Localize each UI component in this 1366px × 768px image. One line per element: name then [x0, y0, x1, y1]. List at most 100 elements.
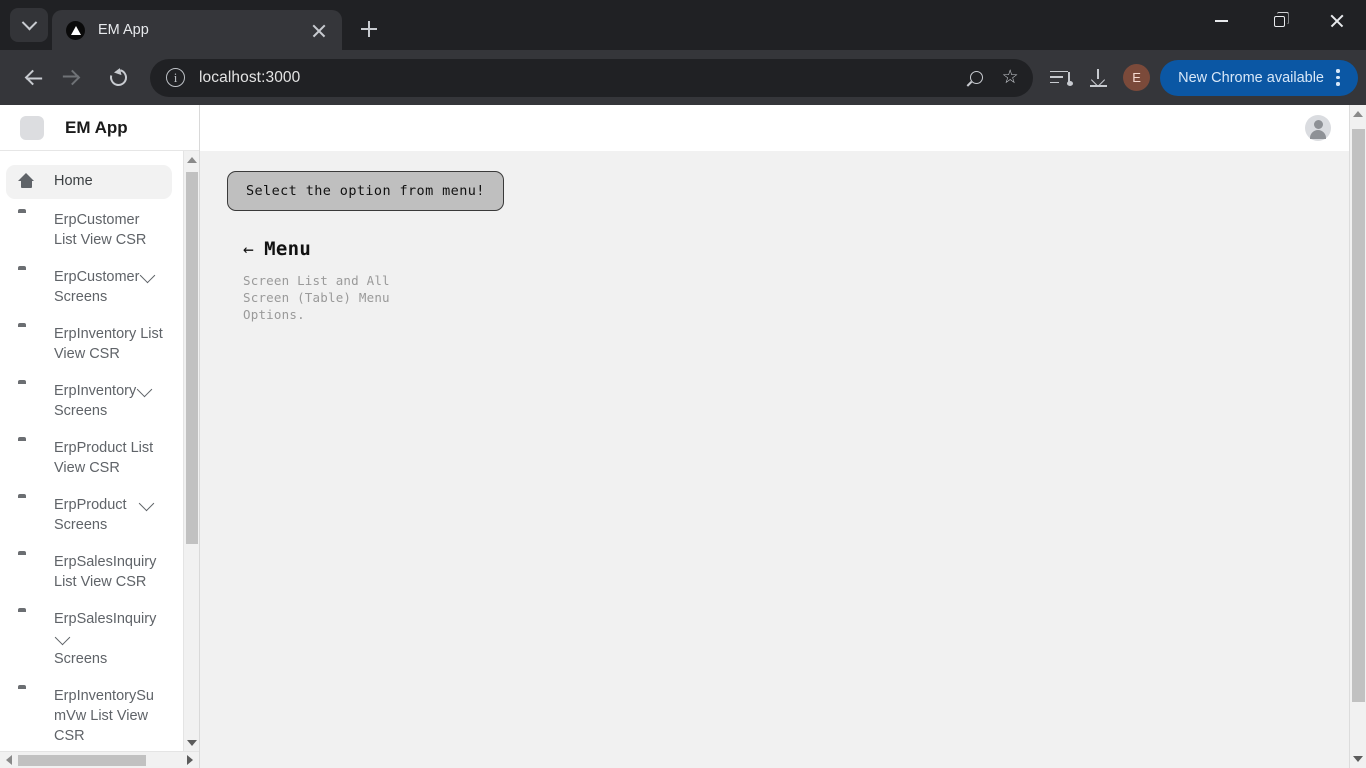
- sidebar-item-6[interactable]: ErpProduct Screens: [6, 489, 172, 541]
- omnibox-actions: ☆: [959, 61, 1027, 95]
- browser-toolbar: i localhost:3000 ☆ E New Chrome availabl…: [0, 50, 1366, 105]
- folder-icon: [18, 267, 42, 269]
- close-icon[interactable]: [306, 17, 332, 43]
- arrow-left-icon: [24, 69, 40, 86]
- sidebar-item-4[interactable]: ErpInventory Screens: [6, 375, 172, 427]
- back-arrow-icon[interactable]: ←: [243, 239, 254, 260]
- menu-description: Screen List and All Screen (Table) Menu …: [243, 273, 390, 322]
- star-icon[interactable]: ☆: [993, 61, 1027, 95]
- scroll-left-arrow-icon[interactable]: [0, 755, 18, 765]
- page-scroll-track[interactable]: [1350, 123, 1366, 750]
- sidebar-horizontal-scrollbar[interactable]: [0, 751, 199, 768]
- chevron-down-icon[interactable]: [138, 495, 154, 511]
- sidebar-item-8[interactable]: ErpSalesInquiry Screens: [6, 603, 172, 675]
- scroll-right-arrow-icon[interactable]: [181, 755, 199, 765]
- page-vertical-scrollbar[interactable]: [1349, 105, 1366, 768]
- folder-icon: [18, 495, 42, 497]
- info-circle-icon[interactable]: i: [166, 68, 185, 87]
- sidebar-brand: EM App: [0, 105, 199, 151]
- close-window-icon[interactable]: [1308, 0, 1366, 42]
- sidebar-item-label: Home: [54, 173, 93, 189]
- app-logo-placeholder: [20, 115, 44, 140]
- sidebar-item-sublabel: Screens: [54, 289, 108, 305]
- sidebar-item-2[interactable]: ErpCustomer Screens: [6, 261, 172, 313]
- sidebar-item-7[interactable]: ErpSalesInquiry List View CSR: [6, 546, 172, 598]
- app-top-bar: [200, 105, 1349, 151]
- menu-title: Menu: [264, 238, 312, 260]
- main-body: Select the option from menu! ← Menu Scre…: [200, 151, 1349, 768]
- profile-avatar[interactable]: E: [1123, 64, 1151, 91]
- notice-banner: Select the option from menu!: [227, 171, 504, 211]
- sidebar-scroll-track[interactable]: [184, 168, 200, 734]
- sidebar-item-label: ErpProduct List View CSR: [54, 440, 154, 476]
- sidebar-nav-list: Home ErpCustomer List View CSR ErpCustomer…: [0, 165, 178, 751]
- page-scroll-up-arrow-icon[interactable]: [1350, 105, 1366, 123]
- browser-tab[interactable]: EM App: [52, 10, 342, 50]
- browser-window: EM App i localhost:3000 ☆ E New Chrome a…: [0, 0, 1366, 768]
- chrome-update-button[interactable]: New Chrome available: [1160, 59, 1358, 96]
- nextjs-triangle-icon: [66, 20, 85, 40]
- new-tab-button[interactable]: [352, 12, 386, 46]
- app-title: EM App: [65, 117, 128, 137]
- reload-icon: [106, 65, 130, 90]
- chevron-down-icon[interactable]: [54, 629, 71, 645]
- page-viewport: EM App Home ErpCustomer List View CSR ErpC…: [0, 105, 1366, 768]
- sidebar-item-3[interactable]: ErpInventory List View CSR: [6, 318, 172, 370]
- sidebar-item-9[interactable]: ErpInventorySumVw List View CSR: [6, 680, 172, 751]
- playlist-music-icon[interactable]: [1041, 59, 1079, 97]
- scroll-up-arrow-icon[interactable]: [184, 151, 200, 168]
- download-icon[interactable]: [1079, 59, 1117, 97]
- address-bar[interactable]: i localhost:3000 ☆: [150, 58, 1034, 97]
- window-controls: [1192, 0, 1366, 42]
- arrow-right-icon: [64, 69, 80, 86]
- page-scroll-down-arrow-icon[interactable]: [1350, 750, 1366, 768]
- scroll-down-arrow-icon[interactable]: [184, 734, 200, 751]
- folder-icon: [18, 381, 42, 383]
- sidebar-scroll-area: Home ErpCustomer List View CSR ErpCustomer…: [0, 151, 199, 751]
- sidebar-vertical-scrollbar[interactable]: [183, 151, 199, 751]
- folder-icon: [18, 210, 42, 212]
- folder-icon: [18, 686, 42, 688]
- tab-title: EM App: [98, 22, 149, 38]
- menu-section: ← Menu Screen List and All Screen (Table…: [227, 238, 1349, 323]
- app-sidebar: EM App Home ErpCustomer List View CSR ErpC…: [0, 105, 200, 768]
- minimize-icon[interactable]: [1192, 0, 1250, 42]
- address-bar-url: localhost:3000: [199, 68, 301, 86]
- chevron-down-icon[interactable]: [140, 267, 156, 283]
- kebab-menu-icon[interactable]: [1324, 64, 1352, 92]
- page-scroll-thumb[interactable]: [1351, 129, 1365, 702]
- chevron-down-icon: [21, 14, 37, 30]
- user-avatar-icon[interactable]: [1305, 115, 1331, 141]
- sidebar-item-label: ErpInventory List View CSR: [54, 326, 163, 362]
- reload-button[interactable]: [100, 60, 136, 96]
- folder-icon: [18, 609, 42, 611]
- sidebar-item-label: ErpCustomer Screens: [54, 267, 164, 307]
- sidebar-item-label: ErpSalesInquiry List View CSR: [54, 554, 157, 590]
- folder-icon: [18, 324, 42, 326]
- sidebar-item-label: ErpSalesInquiry Screens: [54, 609, 164, 669]
- sidebar-item-sublabel: Screens: [54, 651, 108, 667]
- folder-icon: [18, 552, 42, 554]
- main-content: Select the option from menu! ← Menu Scre…: [200, 105, 1349, 768]
- chevron-down-icon[interactable]: [136, 381, 153, 397]
- menu-heading: ← Menu: [243, 238, 1349, 260]
- search-icon[interactable]: [959, 61, 993, 95]
- sidebar-item-sublabel: Screens: [54, 517, 108, 533]
- restore-icon[interactable]: [1250, 0, 1308, 42]
- sidebar-item-sublabel: Screens: [54, 403, 108, 419]
- sidebar-item-label: ErpInventorySumVw List View CSR: [54, 688, 154, 744]
- sidebar-item-0[interactable]: Home: [6, 165, 172, 199]
- forward-button[interactable]: [56, 60, 92, 96]
- web-page: EM App Home ErpCustomer List View CSR ErpC…: [0, 105, 1349, 768]
- sidebar-item-5[interactable]: ErpProduct List View CSR: [6, 432, 172, 484]
- tab-strip: EM App: [0, 0, 1366, 50]
- home-icon: [18, 171, 42, 173]
- sidebar-hscroll-track[interactable]: [18, 752, 181, 768]
- sidebar-hscroll-thumb[interactable]: [18, 754, 146, 766]
- back-button[interactable]: [12, 60, 48, 96]
- tab-search-button[interactable]: [10, 8, 48, 42]
- sidebar-item-label: ErpInventory Screens: [54, 381, 164, 421]
- sidebar-scroll-thumb[interactable]: [185, 172, 198, 544]
- folder-icon: [18, 438, 42, 440]
- sidebar-item-1[interactable]: ErpCustomer List View CSR: [6, 204, 172, 256]
